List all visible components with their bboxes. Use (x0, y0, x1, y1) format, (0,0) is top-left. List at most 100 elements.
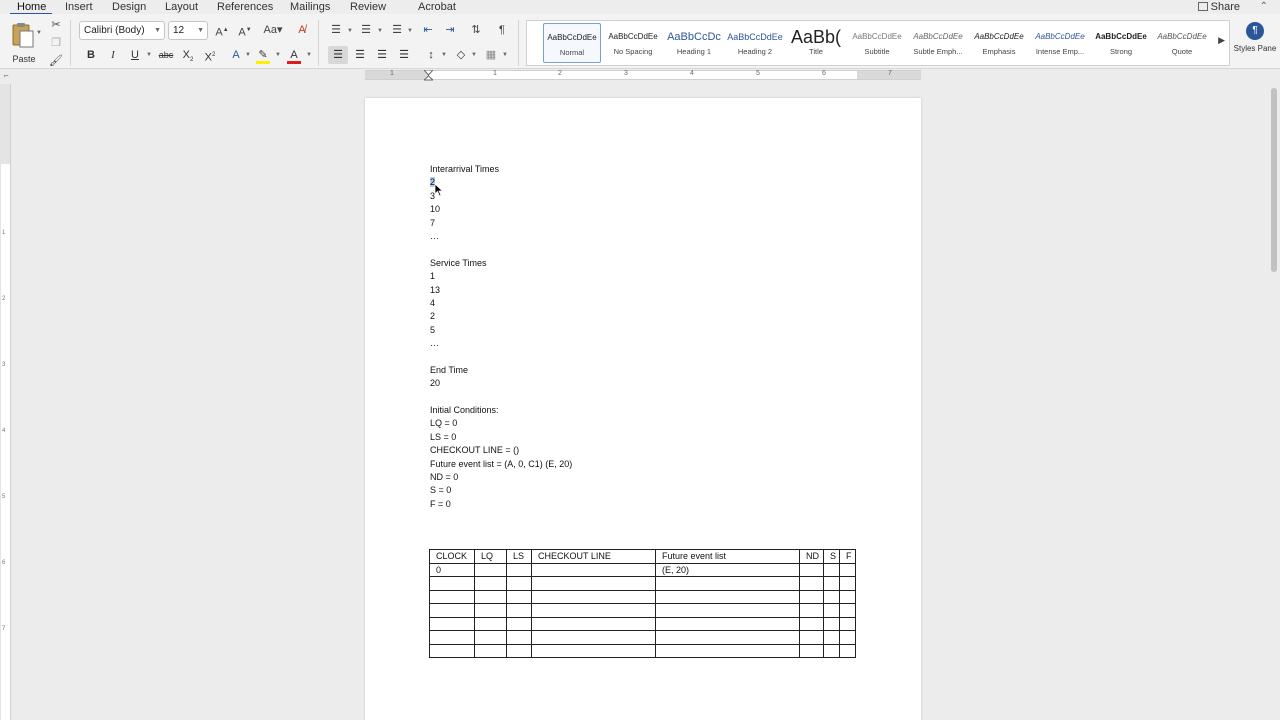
table-cell[interactable] (474, 643, 507, 658)
vertical-scrollbar[interactable] (1270, 88, 1278, 708)
style-title[interactable]: AaBb( Title (787, 23, 845, 63)
numbering-chevron-icon[interactable]: ▼ (377, 28, 383, 34)
strikethrough-icon[interactable]: abc (156, 46, 176, 64)
initial-condition-lq[interactable]: LQ = 0 (430, 417, 870, 430)
style-quote[interactable]: AaBbCcDdEe Quote (1153, 23, 1211, 63)
highlight-chevron-icon[interactable]: ▼ (275, 52, 281, 58)
font-color-chevron-icon[interactable]: ▼ (306, 52, 312, 58)
highlight-color-icon[interactable]: ✎ (255, 46, 271, 64)
change-case-icon[interactable]: Aa▾ (261, 21, 285, 39)
table-cell[interactable] (506, 603, 532, 618)
simulation-table[interactable]: CLOCK LQ LS CHECKOUT LINE Future event l… (429, 549, 857, 658)
table-cell[interactable] (655, 603, 800, 618)
style-heading-2[interactable]: AaBbCcDdEe Heading 2 (726, 23, 784, 63)
table-cell[interactable] (506, 576, 532, 591)
service-value[interactable]: 5 (430, 324, 870, 337)
end-time-heading[interactable]: End Time (430, 364, 870, 377)
table-cell[interactable] (839, 616, 857, 631)
subscript-icon[interactable]: X2 (180, 46, 196, 64)
initial-condition-checkout-line[interactable]: CHECKOUT LINE = () (430, 444, 870, 457)
styles-pane-button[interactable]: ¶ Styles Pane (1233, 22, 1277, 68)
font-name-dropdown[interactable]: Calibri (Body) ▼ (79, 21, 165, 40)
underline-icon[interactable]: U (128, 46, 142, 64)
table-header-cell[interactable]: LQ (474, 549, 507, 564)
table-cell[interactable] (655, 589, 800, 604)
styles-more-arrow-icon[interactable]: ▶ (1218, 35, 1225, 46)
table-cell[interactable] (531, 589, 656, 604)
table-cell[interactable] (474, 616, 507, 631)
table-cell[interactable] (474, 589, 507, 604)
service-ellipsis[interactable]: … (430, 337, 870, 350)
text-effects-icon[interactable]: A (229, 46, 243, 64)
grow-font-icon[interactable]: A▲ (213, 21, 231, 39)
table-cell[interactable] (506, 643, 532, 658)
style-strong[interactable]: AaBbCcDdEe Strong (1092, 23, 1150, 63)
table-cell[interactable] (655, 630, 800, 645)
tab-review[interactable]: Review (350, 0, 386, 14)
show-formatting-marks-icon[interactable]: ¶ (493, 21, 511, 39)
table-cell[interactable] (839, 630, 857, 645)
bold-icon[interactable]: B (84, 46, 98, 64)
service-value[interactable]: 1 (430, 270, 870, 283)
initial-condition-future-event-list[interactable]: Future event list = (A, 0, C1) (E, 20) (430, 458, 870, 471)
table-header-cell[interactable]: S (822, 549, 841, 564)
underline-options-chevron-icon[interactable]: ▼ (146, 52, 152, 58)
style-emphasis[interactable]: AaBbCcDdEe Emphasis (970, 23, 1028, 63)
borders-chevron-icon[interactable]: ▼ (502, 52, 508, 58)
numbering-icon[interactable]: ☰ (357, 21, 375, 39)
align-center-icon[interactable]: ☰ (350, 46, 370, 64)
table-cell[interactable] (799, 603, 824, 618)
table-cell[interactable] (822, 630, 841, 645)
initial-condition-nd[interactable]: ND = 0 (430, 471, 870, 484)
table-cell[interactable] (799, 630, 824, 645)
tab-acrobat[interactable]: Acrobat (418, 0, 456, 14)
bullets-icon[interactable]: ☰ (327, 21, 345, 39)
table-cell[interactable] (506, 630, 532, 645)
table-cell[interactable] (474, 576, 507, 591)
initial-condition-f[interactable]: F = 0 (430, 498, 870, 511)
table-cell[interactable] (531, 616, 656, 631)
multilevel-list-icon[interactable]: ☰ (388, 21, 406, 39)
interarrival-value[interactable]: 2 (430, 176, 870, 189)
style-normal[interactable]: AaBbCcDdEe Normal (543, 23, 601, 63)
table-cell[interactable] (506, 589, 532, 604)
interarrival-ellipsis[interactable]: … (430, 230, 870, 243)
table-cell[interactable] (506, 616, 532, 631)
table-cell[interactable] (799, 616, 824, 631)
style-intense-emphasis[interactable]: AaBbCcDdEe Intense Emp... (1031, 23, 1089, 63)
tab-design[interactable]: Design (112, 0, 146, 14)
table-cell[interactable] (531, 630, 656, 645)
tab-layout[interactable]: Layout (165, 0, 198, 14)
table-cell[interactable] (839, 589, 857, 604)
align-right-icon[interactable]: ☰ (372, 46, 392, 64)
table-header-cell[interactable]: CHECKOUT LINE (531, 549, 656, 564)
table-cell[interactable] (429, 603, 475, 618)
table-cell[interactable] (655, 616, 800, 631)
shrink-font-icon[interactable]: A▼ (236, 21, 254, 39)
table-cell[interactable] (531, 562, 656, 577)
superscript-icon[interactable]: X2 (202, 46, 218, 64)
table-cell[interactable] (822, 643, 841, 658)
style-no-spacing[interactable]: AaBbCcDdEe No Spacing (604, 23, 662, 63)
document-page[interactable]: Interarrival Times 2 3 10 7 … Service Ti… (365, 98, 921, 720)
table-cell[interactable] (429, 589, 475, 604)
align-left-icon[interactable]: ☰ (328, 46, 348, 64)
font-color-icon[interactable]: A (286, 46, 302, 64)
table-cell[interactable] (474, 630, 507, 645)
table-cell[interactable] (531, 603, 656, 618)
paste-options-chevron-icon[interactable]: ▼ (36, 30, 42, 36)
style-heading-1[interactable]: AaBbCcDc Heading 1 (665, 23, 723, 63)
table-cell[interactable] (429, 630, 475, 645)
line-spacing-icon[interactable]: ↕ (422, 46, 440, 64)
initial-condition-s[interactable]: S = 0 (430, 484, 870, 497)
table-cell[interactable] (839, 562, 857, 577)
borders-icon[interactable]: ▦ (482, 46, 500, 64)
service-value[interactable]: 13 (430, 284, 870, 297)
tab-mailings[interactable]: Mailings (290, 0, 330, 14)
table-header-cell[interactable]: LS (506, 549, 532, 564)
table-cell[interactable] (839, 643, 857, 658)
table-cell[interactable] (429, 616, 475, 631)
table-cell[interactable] (655, 643, 800, 658)
service-heading[interactable]: Service Times (430, 257, 870, 270)
copy-icon[interactable]: ❐ (47, 34, 65, 52)
